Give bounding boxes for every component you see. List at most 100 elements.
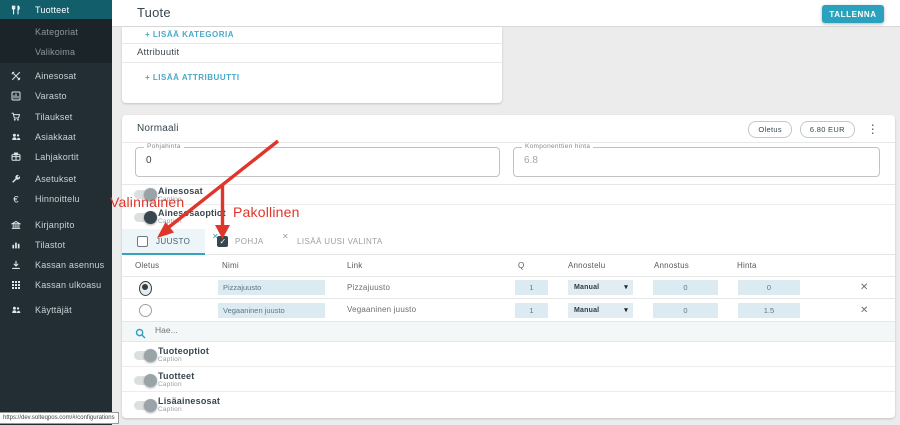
col-q: Q bbox=[518, 255, 524, 277]
status-url: https://dev.solteqpos.com/#/configuratio… bbox=[0, 412, 119, 424]
attributes-label: Attribuutit bbox=[137, 47, 179, 58]
col-annostus: Annostus bbox=[654, 255, 689, 277]
euro-icon: € bbox=[11, 194, 21, 204]
ainesosaoptiot-label: Ainesosaoptiot bbox=[158, 208, 226, 218]
bank-icon bbox=[11, 220, 21, 230]
ainesosaoptiot-toggle[interactable] bbox=[134, 213, 156, 222]
sidebar-item-hinnoittelu[interactable]: € Hinnoittelu bbox=[0, 189, 112, 209]
chevron-down-icon: ▾ bbox=[624, 280, 628, 295]
app-window: { "app": { "page_title": "Tuote", "save_… bbox=[0, 0, 900, 425]
col-oletus: Oletus bbox=[135, 255, 159, 277]
ainesosat-label: Ainesosat bbox=[158, 186, 203, 196]
sidebar-item-kassan-ulkoasu[interactable]: Kassan ulkoasu bbox=[0, 275, 112, 295]
tuotteet-toggle[interactable] bbox=[134, 376, 156, 385]
lisaainesosat-caption: Caption bbox=[158, 406, 182, 413]
sidebar-item-tuotteet[interactable]: Tuotteet bbox=[0, 0, 112, 19]
sidebar-item-kategoriat[interactable]: Kategoriat bbox=[0, 22, 112, 42]
page-title: Tuote bbox=[137, 0, 171, 26]
delete-row-icon[interactable]: ✕ bbox=[860, 304, 869, 318]
col-link: Link bbox=[347, 255, 362, 277]
base-price-input[interactable] bbox=[144, 154, 482, 167]
base-price-field: Pohjahinta bbox=[135, 147, 500, 177]
more-menu-icon[interactable]: ⋮ bbox=[867, 122, 879, 137]
tab-juusto-label: JUUSTO bbox=[156, 229, 190, 254]
sidebar-item-asiakkaat[interactable]: Asiakkaat bbox=[0, 127, 112, 147]
lisaainesosat-label: Lisäainesosat bbox=[158, 396, 220, 406]
stats-icon bbox=[11, 240, 21, 250]
lisaainesosat-toggle[interactable] bbox=[134, 401, 156, 410]
link-text: Pizzajuusto bbox=[347, 277, 390, 299]
sidebar-item-tilastot[interactable]: Tilastot bbox=[0, 235, 112, 255]
lisaainesosat-row: Lisäainesosat Caption bbox=[122, 392, 895, 418]
ainesosat-row: Ainesosat Caption bbox=[122, 184, 895, 205]
toggle-knob bbox=[144, 399, 157, 412]
dosing-select[interactable]: Manual ▾ bbox=[568, 303, 633, 318]
variant-card: Normaali Oletus 6.80 EUR ⋮ Pohjahinta Ko… bbox=[122, 115, 895, 418]
pohja-checkbox[interactable] bbox=[217, 236, 228, 247]
base-price-label: Pohjahinta bbox=[144, 143, 184, 150]
price-chip[interactable]: 6.80 EUR bbox=[800, 121, 855, 138]
price-input[interactable] bbox=[738, 303, 800, 318]
add-category-link[interactable]: + LISÄÄ KATEGORIA bbox=[145, 30, 234, 39]
search-icon bbox=[135, 326, 146, 337]
options-table-header: Oletus Nimi Link Q Annostelu Annostus Hi… bbox=[122, 255, 895, 277]
utensils-icon bbox=[11, 5, 21, 15]
col-hinta: Hinta bbox=[737, 255, 757, 277]
link-text: Vegaaninen juusto bbox=[347, 299, 416, 321]
default-radio-selected[interactable] bbox=[139, 281, 152, 296]
download-icon bbox=[11, 260, 21, 270]
tuoteoptiot-label: Tuoteoptiot bbox=[158, 346, 209, 356]
sidebar-item-kirjanpito[interactable]: Kirjanpito bbox=[0, 215, 112, 235]
tuoteoptiot-toggle[interactable] bbox=[134, 351, 156, 360]
default-chip[interactable]: Oletus bbox=[748, 121, 791, 138]
toggle-knob bbox=[144, 211, 157, 224]
sidebar-item-asetukset[interactable]: Asetukset bbox=[0, 169, 112, 189]
toggle-knob bbox=[144, 188, 157, 201]
topbar: Tuote TALLENNA bbox=[112, 0, 900, 27]
sidebar-item-kayttajat[interactable]: Käyttäjät bbox=[0, 300, 112, 320]
tuoteoptiot-row: Tuoteoptiot Caption bbox=[122, 342, 895, 367]
components-price-input[interactable] bbox=[522, 154, 862, 167]
quantity-input[interactable] bbox=[515, 303, 548, 318]
save-button[interactable]: TALLENNA bbox=[822, 5, 884, 23]
juusto-checkbox[interactable] bbox=[137, 236, 148, 247]
sidebar-item-ainesosat[interactable]: Ainesosat bbox=[0, 66, 112, 86]
tab-juusto[interactable]: JUUSTO bbox=[122, 229, 205, 255]
add-attribute-link[interactable]: + LISÄÄ ATTRIBUUTTI bbox=[145, 73, 240, 82]
variant-header-actions: Oletus 6.80 EUR ⋮ bbox=[748, 121, 879, 138]
divider bbox=[122, 142, 895, 143]
col-nimi: Nimi bbox=[222, 255, 239, 277]
quantity-input[interactable] bbox=[515, 280, 548, 295]
dose-input[interactable] bbox=[653, 280, 718, 295]
name-input[interactable] bbox=[218, 280, 325, 295]
sidebar: Tuotteet Kategoriat Valikoima Ainesosat … bbox=[0, 0, 112, 425]
option-tabs: JUUSTO ✕ POHJA ✕ LISÄÄ UUSI VALINTA bbox=[122, 229, 895, 255]
sidebar-item-valikoima[interactable]: Valikoima bbox=[0, 42, 112, 62]
toggle-knob bbox=[144, 374, 157, 387]
add-option-link[interactable]: LISÄÄ UUSI VALINTA bbox=[297, 229, 383, 254]
name-input[interactable] bbox=[218, 303, 325, 318]
ainesosat-caption: Caption bbox=[158, 196, 182, 203]
price-input[interactable] bbox=[738, 280, 800, 295]
dosing-select[interactable]: Manual ▾ bbox=[568, 280, 633, 295]
search-input[interactable] bbox=[153, 324, 457, 336]
table-row: Pizzajuusto Manual ▾ ✕ bbox=[122, 277, 895, 299]
ainesosaoptiot-caption: Caption bbox=[158, 218, 182, 225]
ainesosat-toggle[interactable] bbox=[134, 190, 156, 199]
delete-row-icon[interactable]: ✕ bbox=[860, 281, 869, 295]
dose-input[interactable] bbox=[653, 303, 718, 318]
customers-icon bbox=[11, 132, 21, 142]
inventory-icon bbox=[11, 91, 21, 101]
tuoteoptiot-caption: Caption bbox=[158, 356, 182, 363]
sidebar-item-tilaukset[interactable]: Tilaukset bbox=[0, 107, 112, 127]
remove-pohja-icon[interactable]: ✕ bbox=[282, 232, 289, 241]
sidebar-item-varasto[interactable]: Varasto bbox=[0, 86, 112, 106]
giftcard-icon bbox=[11, 152, 21, 162]
sidebar-item-lahjakortit[interactable]: Lahjakortit bbox=[0, 147, 112, 167]
sidebar-item-kassan-asennus[interactable]: Kassan asennus bbox=[0, 255, 112, 275]
table-row: Vegaaninen juusto Manual ▾ ✕ bbox=[122, 299, 895, 322]
tab-pohja-label: POHJA bbox=[235, 229, 264, 254]
default-radio-unselected[interactable] bbox=[139, 304, 152, 317]
tuotteet-row: Tuotteet Caption bbox=[122, 367, 895, 392]
chevron-down-icon: ▾ bbox=[624, 303, 628, 318]
